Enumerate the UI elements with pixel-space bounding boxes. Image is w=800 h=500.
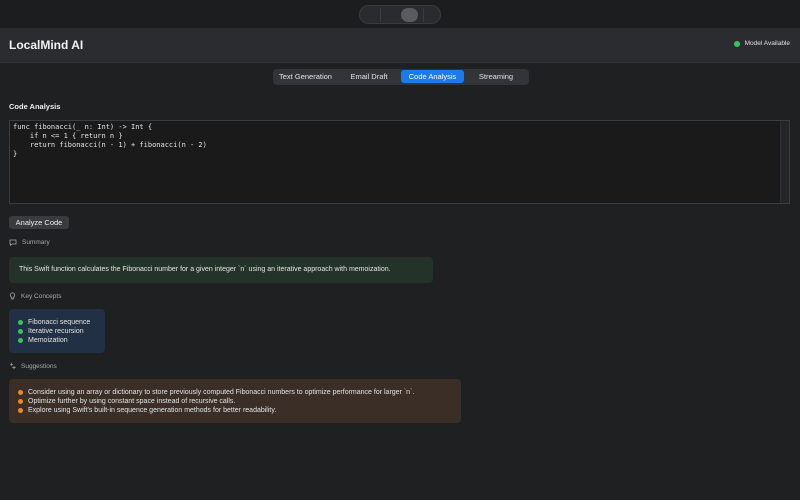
speech-bubble-icon	[9, 239, 17, 246]
tab-text-generation[interactable]: Text Generation	[274, 70, 337, 83]
status-indicator-icon	[733, 40, 740, 47]
list-item: Consider using an array or dictionary to…	[18, 388, 414, 397]
tab-streaming[interactable]: Streaming	[464, 70, 528, 83]
summary-label: Summary	[22, 239, 50, 246]
suggestion-text: Optimize further by using constant space…	[28, 398, 236, 405]
list-item: Iterative recursion	[18, 327, 90, 336]
summary-card: This Swift function calculates the Fibon…	[9, 257, 433, 283]
bullet-dot-icon	[18, 390, 23, 395]
suggestions-header: Suggestions	[9, 362, 57, 370]
list-item: Fibonacci sequence	[18, 318, 90, 327]
list-item: Optimize further by using constant space…	[18, 397, 414, 406]
key-concepts-list: Fibonacci sequence Iterative recursion M…	[18, 318, 90, 345]
model-status: Model Available	[733, 40, 790, 47]
code-input[interactable]: func fibonacci(_ n: Int) -> Int { if n <…	[9, 120, 790, 204]
suggestions-label: Suggestions	[21, 362, 57, 370]
model-status-label: Model Available	[744, 40, 790, 47]
tab-code-analysis[interactable]: Code Analysis	[401, 70, 464, 83]
suggestion-text: Explore using Swift's built-in sequence …	[28, 407, 277, 414]
list-item: Explore using Swift's built-in sequence …	[18, 406, 414, 415]
bullet-dot-icon	[18, 338, 23, 343]
summary-text: This Swift function calculates the Fibon…	[19, 266, 391, 273]
concept-text: Fibonacci sequence	[28, 319, 91, 326]
window-top-bar	[0, 0, 800, 28]
code-scrollbar[interactable]	[780, 121, 789, 203]
sparkle-icon	[10, 362, 16, 370]
tab-email-draft[interactable]: Email Draft	[337, 70, 401, 83]
lightbulb-icon	[9, 292, 16, 300]
bullet-dot-icon	[18, 320, 23, 325]
notch-divider	[423, 8, 424, 22]
summary-header: Summary	[9, 239, 50, 246]
key-concepts-label: Key Concepts	[21, 292, 62, 300]
page-title: Code Analysis	[9, 102, 61, 111]
bullet-dot-icon	[18, 399, 23, 404]
app-title: LocalMind AI	[9, 38, 84, 52]
concept-text: Iterative recursion	[28, 328, 84, 335]
analyze-code-button[interactable]: Analyze Code	[9, 216, 69, 229]
concept-text: Memoization	[28, 337, 68, 344]
window-notch-control[interactable]	[359, 5, 441, 24]
notch-divider	[380, 8, 381, 22]
suggestions-card: Consider using an array or dictionary to…	[9, 379, 461, 423]
app-header: LocalMind AI Model Available	[0, 28, 800, 63]
bullet-dot-icon	[18, 408, 23, 413]
list-item: Memoization	[18, 336, 90, 345]
bullet-dot-icon	[18, 329, 23, 334]
mode-tab-bar: Text Generation Email Draft Code Analysi…	[273, 69, 529, 85]
code-input-text[interactable]: func fibonacci(_ n: Int) -> Int { if n <…	[13, 123, 207, 159]
suggestion-text: Consider using an array or dictionary to…	[28, 389, 415, 396]
notch-handle[interactable]	[401, 8, 418, 22]
suggestions-list: Consider using an array or dictionary to…	[18, 388, 414, 415]
key-concepts-card: Fibonacci sequence Iterative recursion M…	[9, 309, 105, 353]
key-concepts-header: Key Concepts	[9, 292, 61, 300]
